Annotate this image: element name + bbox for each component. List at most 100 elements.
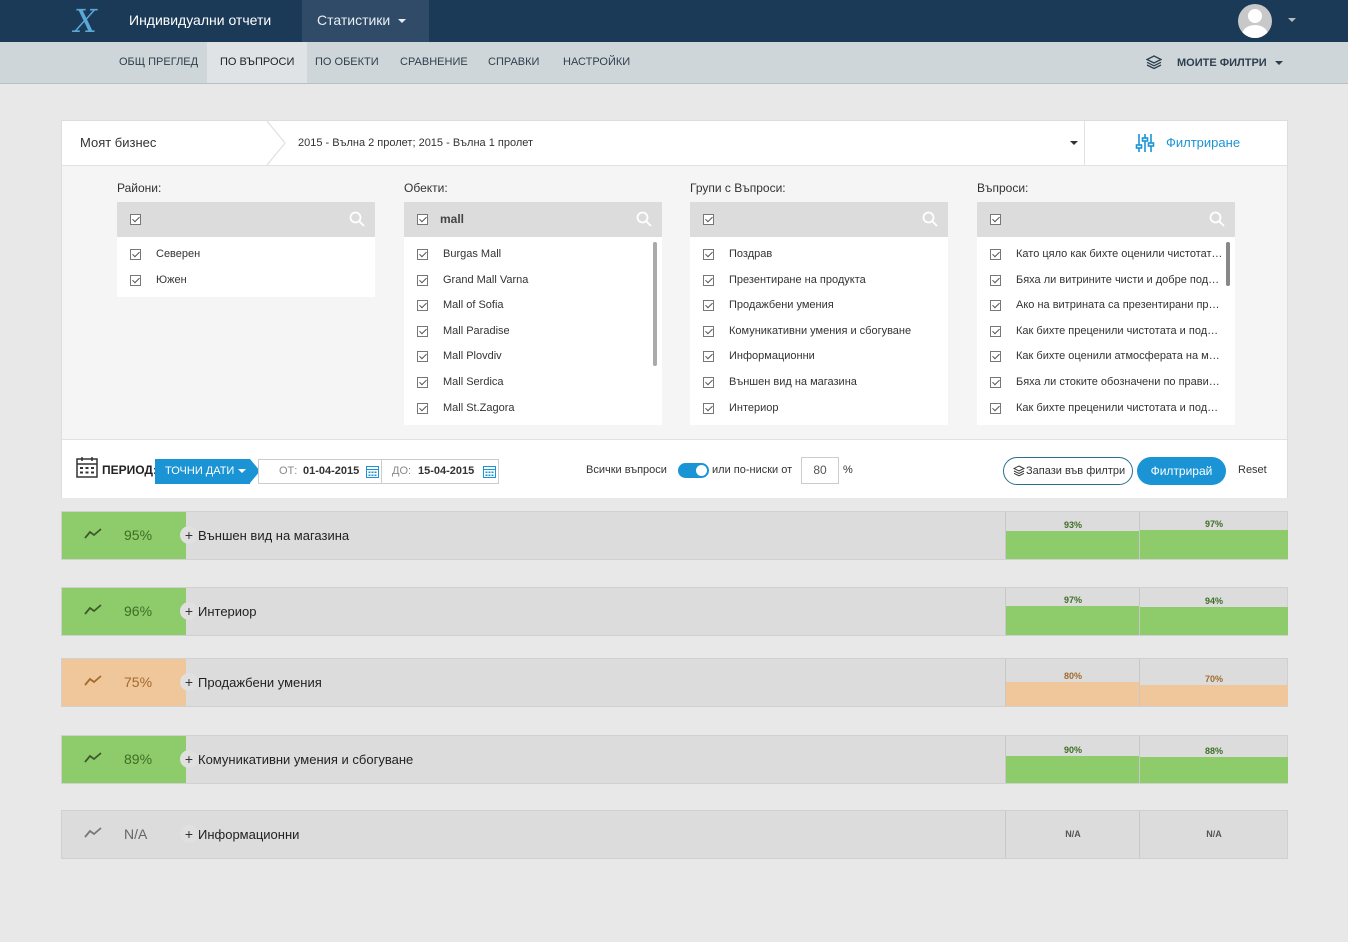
item-checkbox[interactable] <box>417 376 428 388</box>
item-checkbox[interactable] <box>703 325 714 337</box>
item-checkbox[interactable] <box>990 402 1001 414</box>
list-item[interactable]: Как бихте преценили чистотата и подредба… <box>977 396 1235 422</box>
item-checkbox[interactable] <box>417 274 428 286</box>
save-to-filters-button[interactable]: Запази във филтри <box>1003 457 1133 485</box>
scrollbar-thumb[interactable] <box>1226 242 1230 286</box>
chevron-down-icon[interactable] <box>1070 141 1078 145</box>
trend-icon[interactable] <box>84 604 102 616</box>
item-checkbox[interactable] <box>703 274 714 286</box>
trend-icon[interactable] <box>84 528 102 540</box>
item-checkbox[interactable] <box>130 249 141 260</box>
item-checkbox[interactable] <box>990 351 1001 363</box>
filter-toggle-button[interactable]: Филтриране <box>1084 121 1288 165</box>
select-all-checkbox[interactable] <box>417 214 428 225</box>
app-logo[interactable]: X <box>74 2 114 40</box>
subnav-tab-0[interactable]: Общ преглед <box>119 42 198 83</box>
item-checkbox[interactable] <box>130 274 141 286</box>
my-filters-dropdown[interactable]: МОИТЕ ФИЛТРИ <box>1177 42 1283 84</box>
trend-icon[interactable] <box>84 752 102 764</box>
calendar-icon[interactable] <box>483 465 496 478</box>
result-row[interactable]: 96% + Интериор 97% 94% <box>61 587 1288 636</box>
expand-icon[interactable]: + <box>180 750 198 768</box>
list-item[interactable]: Като цяло как бихте оценили чистотата на… <box>977 242 1235 268</box>
reset-button[interactable]: Reset <box>1238 440 1267 500</box>
item-checkbox[interactable] <box>417 325 428 337</box>
list-item[interactable]: Как бихте преценили чистотата и подредба… <box>977 319 1235 345</box>
user-avatar[interactable] <box>1238 4 1272 38</box>
subnav-tab-2[interactable]: По обекти <box>315 42 379 83</box>
search-icon[interactable] <box>922 211 938 227</box>
subnav-tab-3[interactable]: Сравнение <box>400 42 468 83</box>
trend-icon[interactable] <box>84 827 102 839</box>
scrollbar-thumb[interactable] <box>653 242 657 366</box>
item-checkbox[interactable] <box>990 274 1001 286</box>
result-row[interactable]: 89% + Комуникативни умения и сбогуване 90% 8… <box>61 735 1288 784</box>
list-item[interactable]: Северен <box>117 242 375 268</box>
list-item[interactable]: Бяха ли витрините чисти и добре подреден… <box>977 268 1235 294</box>
question-groups-search-bar[interactable] <box>690 202 948 237</box>
list-item[interactable]: Как бихте оценили атмосферата на магазин… <box>977 344 1235 370</box>
regions-search-bar[interactable] <box>117 202 375 237</box>
to-date-field[interactable]: ДО: 15-04-2015 <box>381 459 499 484</box>
nav-individual-reports[interactable]: Индивидуални отчети <box>129 0 271 42</box>
item-checkbox[interactable] <box>990 376 1001 388</box>
apply-filter-button[interactable]: Филтрирай <box>1137 457 1226 485</box>
chevron-down-icon[interactable] <box>1288 18 1296 22</box>
all-questions-toggle[interactable] <box>678 463 709 478</box>
list-item[interactable]: Mall of Sofia <box>404 293 662 319</box>
item-checkbox[interactable] <box>703 351 714 363</box>
item-checkbox[interactable] <box>703 402 714 414</box>
list-item[interactable]: Презентиране на продукта <box>690 268 948 294</box>
select-all-checkbox[interactable] <box>130 214 141 225</box>
expand-icon[interactable]: + <box>180 825 198 843</box>
subnav-tab-4[interactable]: Справки <box>488 42 539 83</box>
from-date-field[interactable]: ОТ: 01-04-2015 <box>258 459 382 484</box>
nav-statistics[interactable]: Статистики <box>302 0 429 42</box>
search-icon[interactable] <box>349 211 365 227</box>
list-item[interactable]: Комуникативни умения и сбогуване <box>690 319 948 345</box>
list-item[interactable]: Южен <box>117 268 375 294</box>
select-all-checkbox[interactable] <box>990 214 1001 225</box>
result-row[interactable]: N/A + Информационни N/A N/A <box>61 810 1288 859</box>
item-checkbox[interactable] <box>990 249 1001 260</box>
subnav-tab-1[interactable]: По въпроси <box>207 42 308 83</box>
list-item[interactable]: Поздрав <box>690 242 948 268</box>
expand-icon[interactable]: + <box>180 673 198 691</box>
list-item[interactable]: Mall Paradise <box>404 319 662 345</box>
item-checkbox[interactable] <box>417 351 428 363</box>
waves-selector[interactable]: 2015 - Вълна 2 пролет; 2015 - Вълна 1 пр… <box>298 121 533 165</box>
item-checkbox[interactable] <box>703 249 714 260</box>
list-item[interactable]: Външен вид на магазина <box>690 370 948 396</box>
list-item[interactable]: Mall Serdica <box>404 370 662 396</box>
result-row[interactable]: 75% + Продажбени умения 80% 70% <box>61 658 1288 707</box>
result-row[interactable]: 95% + Външен вид на магазина 93% 97% <box>61 511 1288 560</box>
questions-search-bar[interactable] <box>977 202 1235 237</box>
item-checkbox[interactable] <box>990 325 1001 337</box>
list-item[interactable]: Бяха ли стоките обозначени по правилен н… <box>977 370 1235 396</box>
item-checkbox[interactable] <box>990 300 1001 312</box>
list-item[interactable]: Интериор <box>690 396 948 422</box>
list-item[interactable]: Grand Mall Varna <box>404 268 662 294</box>
list-item[interactable]: Mall Plovdiv <box>404 344 662 370</box>
scrollbar[interactable] <box>653 242 657 366</box>
calendar-icon[interactable] <box>366 465 379 478</box>
item-checkbox[interactable] <box>417 249 428 260</box>
exact-dates-dropdown[interactable]: ТОЧНИ ДАТИ <box>155 459 260 484</box>
objects-search-bar[interactable]: mall <box>404 202 662 237</box>
scrollbar[interactable] <box>1226 242 1230 286</box>
search-icon[interactable] <box>1209 211 1225 227</box>
item-checkbox[interactable] <box>703 300 714 312</box>
business-breadcrumb[interactable]: Моят бизнес <box>80 121 156 165</box>
item-checkbox[interactable] <box>703 376 714 388</box>
layers-icon[interactable] <box>1146 54 1162 70</box>
item-checkbox[interactable] <box>417 402 428 414</box>
objects-search-input[interactable]: mall <box>440 202 464 237</box>
list-item[interactable]: Burgas Mall <box>404 242 662 268</box>
search-icon[interactable] <box>636 211 652 227</box>
subnav-tab-5[interactable]: Настройки <box>563 42 630 83</box>
list-item[interactable]: Ако на витрината са презентирани продукт… <box>977 293 1235 319</box>
item-checkbox[interactable] <box>417 300 428 312</box>
list-item[interactable]: Mall St.Zagora <box>404 396 662 422</box>
list-item[interactable]: Продажбени умения <box>690 293 948 319</box>
expand-icon[interactable]: + <box>180 526 198 544</box>
